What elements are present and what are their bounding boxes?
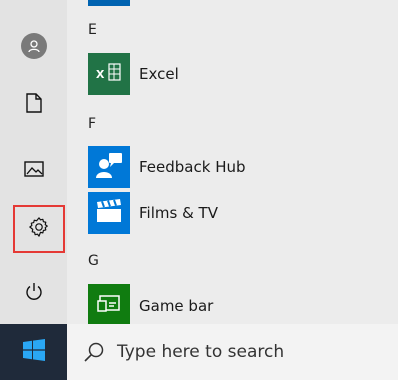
game-bar-app-tile[interactable] bbox=[88, 284, 130, 326]
feedback-hub-label[interactable]: Feedback Hub bbox=[139, 158, 246, 176]
feedback-hub-icon bbox=[94, 150, 124, 184]
taskbar: Type here to search bbox=[0, 324, 398, 380]
search-placeholder[interactable]: Type here to search bbox=[117, 342, 284, 362]
game-bar-icon bbox=[96, 293, 122, 317]
search-box[interactable]: Type here to search bbox=[67, 324, 398, 380]
settings-button[interactable] bbox=[13, 205, 65, 253]
excel-label[interactable]: Excel bbox=[139, 65, 179, 83]
partial-app-tile bbox=[88, 0, 130, 6]
group-letter-g[interactable]: G bbox=[88, 253, 99, 269]
documents-icon bbox=[25, 93, 43, 117]
game-bar-label[interactable]: Game bar bbox=[139, 297, 213, 315]
power-icon bbox=[24, 282, 44, 306]
search-icon bbox=[83, 341, 105, 363]
svg-text:x: x bbox=[96, 65, 105, 82]
group-letter-f[interactable]: F bbox=[88, 116, 96, 132]
power-button[interactable] bbox=[14, 274, 54, 314]
user-icon bbox=[21, 33, 47, 59]
films-tv-label[interactable]: Films & TV bbox=[139, 204, 218, 222]
documents-button[interactable] bbox=[14, 85, 54, 125]
start-button[interactable] bbox=[0, 324, 67, 380]
group-letter-e[interactable]: E bbox=[88, 22, 97, 38]
start-menu-rail bbox=[0, 0, 67, 324]
feedback-hub-app-tile[interactable] bbox=[88, 146, 130, 188]
pictures-button[interactable] bbox=[14, 151, 54, 191]
excel-app-tile[interactable]: x bbox=[88, 53, 130, 95]
user-account-button[interactable] bbox=[14, 26, 54, 66]
excel-icon: x bbox=[94, 61, 124, 87]
windows-logo-icon bbox=[22, 339, 45, 365]
films-tv-app-tile[interactable] bbox=[88, 192, 130, 234]
settings-icon bbox=[28, 216, 50, 242]
films-tv-icon bbox=[95, 199, 123, 227]
pictures-icon bbox=[24, 160, 44, 182]
